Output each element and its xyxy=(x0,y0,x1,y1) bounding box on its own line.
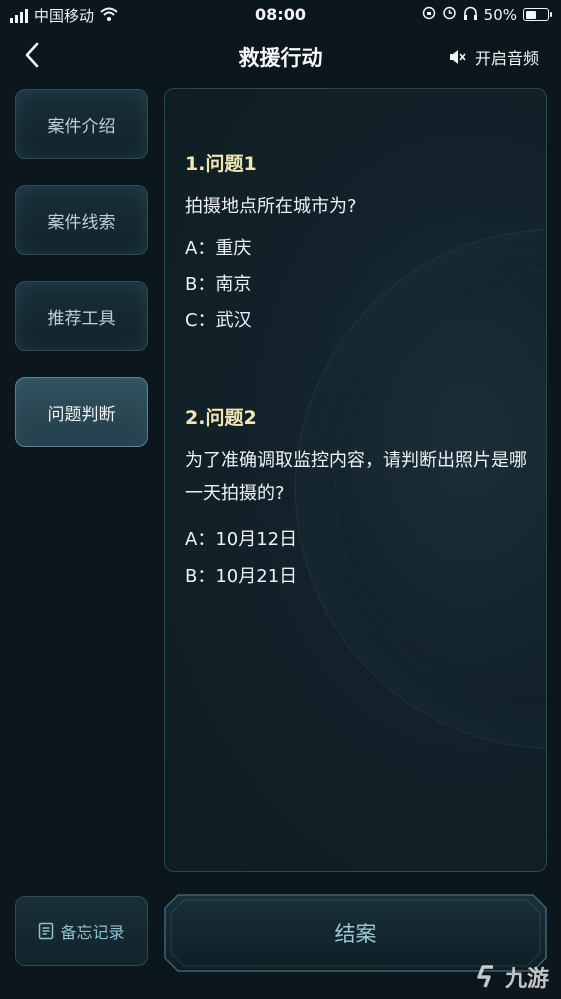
speaker-muted-icon xyxy=(449,50,466,64)
memo-button[interactable]: 备忘记录 xyxy=(15,896,148,966)
memo-label: 备忘记录 xyxy=(60,923,125,942)
battery-percent: 50% xyxy=(483,5,517,24)
audio-toggle-label: 开启音频 xyxy=(474,49,539,68)
watermark-text: 九游 xyxy=(504,967,549,992)
watermark: 九游 xyxy=(473,961,549,993)
sidebar-item-label: 推荐工具 xyxy=(47,308,116,329)
status-right: 50% xyxy=(422,5,552,24)
question-panel: 1.问题1 拍摄地点所在城市为? A：重庆 B：南京 C：武汉 2.问题2 为了… xyxy=(164,88,547,872)
question-1-option-a[interactable]: A：重庆 xyxy=(185,234,251,260)
battery-level xyxy=(525,10,536,19)
sidebar-item-recommended-tools[interactable]: 推荐工具 xyxy=(15,281,148,351)
notes-icon xyxy=(39,922,54,940)
battery-icon xyxy=(523,8,552,21)
header: 救援行动 开启音频 xyxy=(0,30,561,86)
question-2-text: 为了准确调取监控内容，请判断出照片是哪一天拍摄的? xyxy=(185,450,527,504)
alarm-icon xyxy=(442,5,457,24)
status-bar: 中国移动 08:00 50% xyxy=(0,0,561,30)
sidebar-item-case-intro[interactable]: 案件介绍 xyxy=(15,89,148,159)
question-1-option-c[interactable]: C：武汉 xyxy=(185,306,252,332)
audio-toggle-button[interactable]: 开启音频 xyxy=(449,45,539,69)
sidebar-item-question-judgment[interactable]: 问题判断 xyxy=(15,377,148,447)
sidebar-item-label: 问题判断 xyxy=(47,404,116,425)
sidebar-item-case-clues[interactable]: 案件线索 xyxy=(15,185,148,255)
sidebar-item-label: 案件介绍 xyxy=(47,116,116,137)
question-1-option-b[interactable]: B：南京 xyxy=(185,270,251,296)
close-case-label: 结案 xyxy=(334,922,377,946)
question-2-title: 2.问题2 xyxy=(185,407,257,429)
sidebar-item-label: 案件线索 xyxy=(47,212,116,233)
question-2-option-b[interactable]: B：10月21日 xyxy=(185,562,297,588)
watermark-logo-icon xyxy=(477,965,493,988)
question-1-text: 拍摄地点所在城市为? xyxy=(185,196,357,217)
rotation-lock-icon xyxy=(422,6,436,24)
question-2-option-a[interactable]: A：10月12日 xyxy=(185,525,297,551)
question-1-title: 1.问题1 xyxy=(185,153,257,175)
headphones-icon xyxy=(463,6,478,24)
